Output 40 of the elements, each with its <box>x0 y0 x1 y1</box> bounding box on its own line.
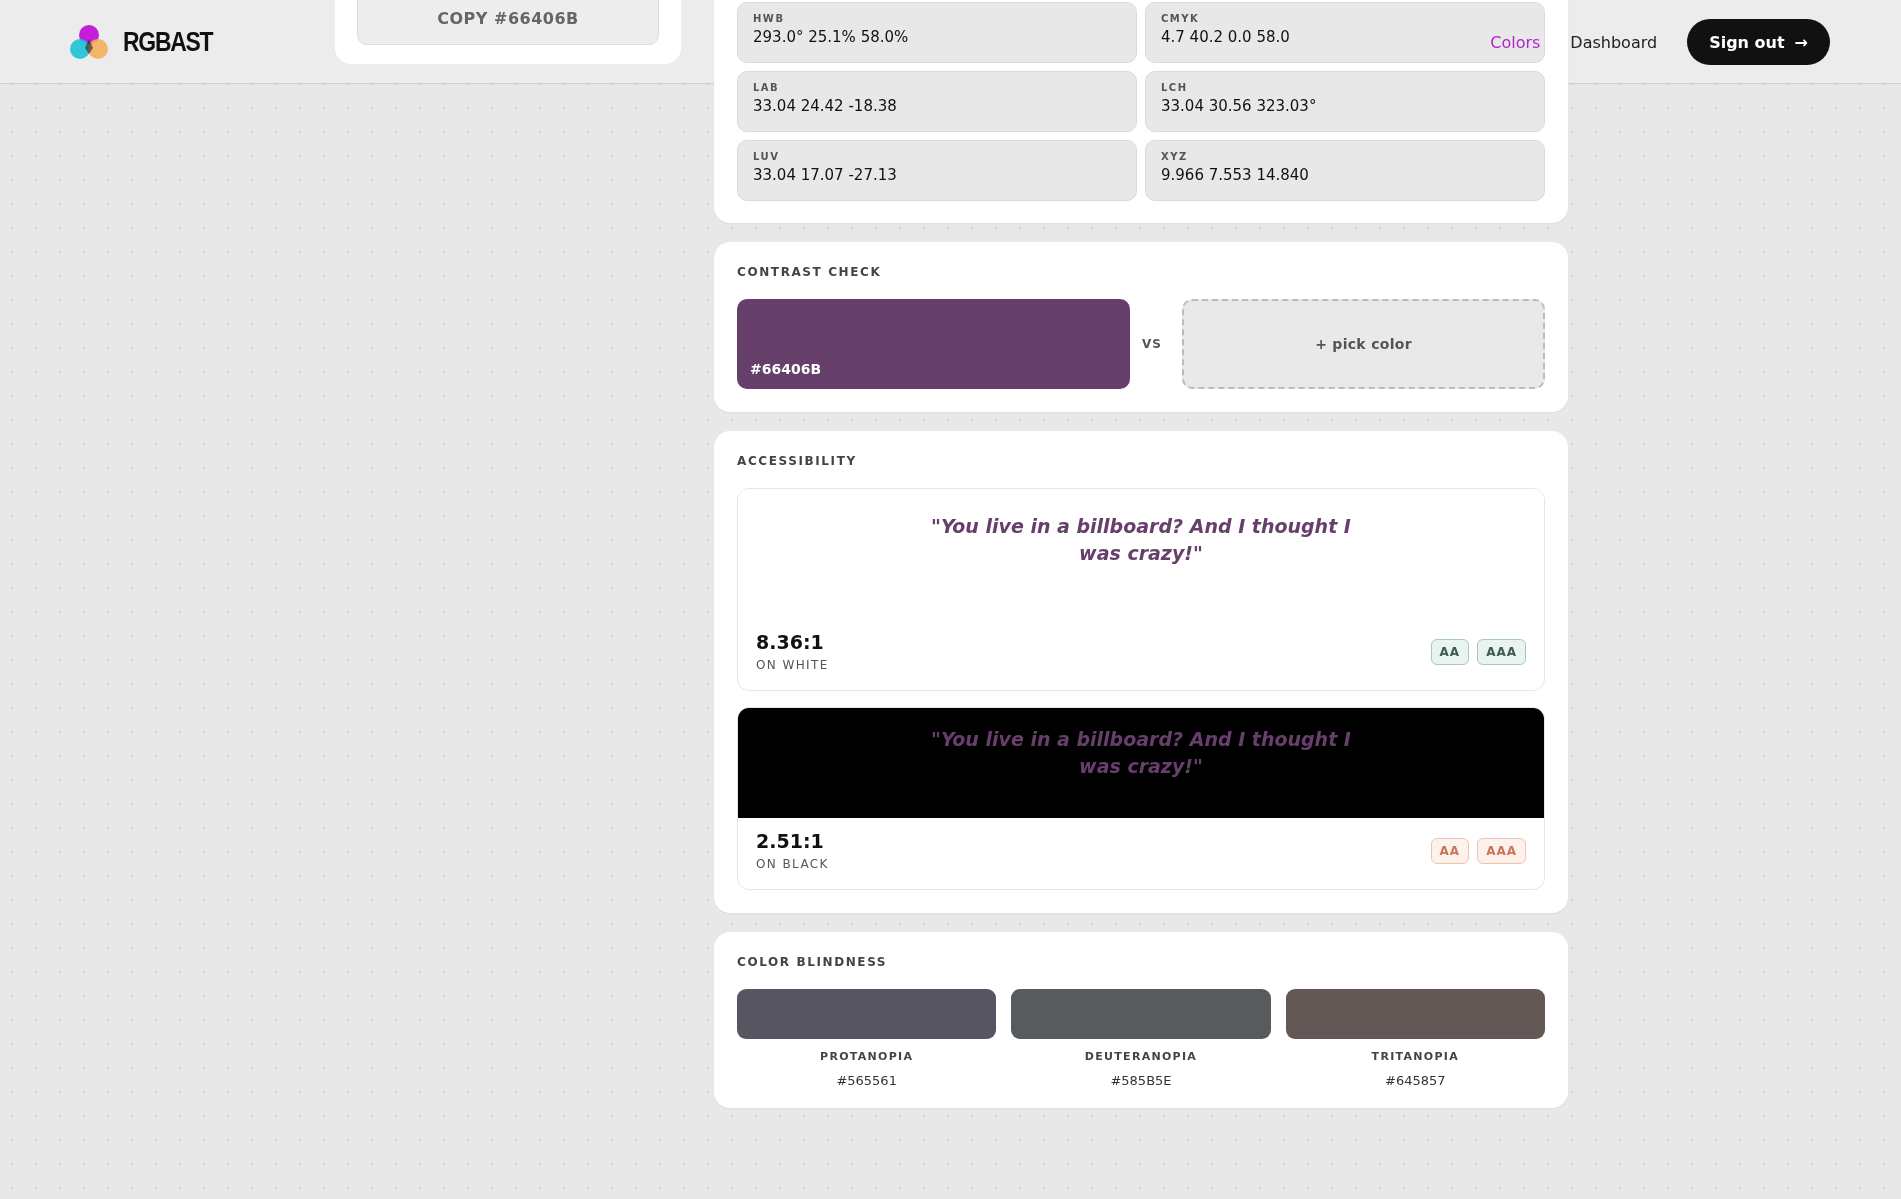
deficiency-name: TRITANOPIA <box>1371 1050 1460 1063</box>
vs-label: VS <box>1142 337 1162 351</box>
ratio-caption: ON BLACK <box>756 857 829 871</box>
format-value: 293.0° 25.1% 58.0% <box>753 28 909 46</box>
section-title: CONTRAST CHECK <box>737 265 883 279</box>
simulated-hex: #585B5E <box>1110 1073 1172 1088</box>
format-value: 4.7 40.2 0.0 58.0 <box>1161 28 1290 46</box>
logo-text: RGBAST <box>123 26 213 58</box>
deficiency-name: DEUTERANOPIA <box>1084 1050 1198 1063</box>
logo-icon <box>69 24 109 60</box>
pick-color-button[interactable]: + pick color <box>1182 299 1545 389</box>
sign-out-button[interactable]: Sign out → <box>1687 19 1830 65</box>
section-title: ACCESSIBILITY <box>737 454 858 468</box>
format-value: 33.04 24.42 -18.38 <box>753 97 897 115</box>
copy-button[interactable]: COPY #66406B <box>357 0 659 45</box>
swatch-hex: #66406B <box>750 361 822 377</box>
ratio-caption: ON WHITE <box>756 658 829 672</box>
format-label: XYZ <box>1161 151 1188 162</box>
deficiency-name: PROTANOPIA <box>820 1050 914 1063</box>
section-title: COLOR BLINDNESS <box>737 955 889 969</box>
simulated-hex: #565561 <box>836 1073 897 1088</box>
sample-quote: "You live in a billboard? And I thought I was crazy!" <box>931 514 1351 566</box>
format-label: HWB <box>753 13 785 24</box>
format-label: LUV <box>753 151 780 162</box>
format-value: 9.966 7.553 14.840 <box>1161 166 1309 184</box>
wcag-badge: AA <box>1430 837 1470 864</box>
simulated-hex: #645857 <box>1385 1073 1446 1088</box>
nav-link[interactable]: Colors <box>1490 32 1541 52</box>
contrast-ratio: 2.51:1 <box>756 830 825 852</box>
wcag-badge: AAA <box>1477 638 1526 665</box>
format-label: LAB <box>753 82 780 93</box>
wcag-badge: AAA <box>1477 837 1526 864</box>
format-label: LCH <box>1161 82 1188 93</box>
contrast-ratio: 8.36:1 <box>756 631 825 653</box>
sample-quote: "You live in a billboard? And I thought I was crazy!" <box>931 727 1351 779</box>
nav-link[interactable]: Dashboard <box>1570 32 1658 52</box>
wcag-badge: AA <box>1430 638 1470 665</box>
format-value: 33.04 30.56 323.03° <box>1161 97 1317 115</box>
format-label: CMYK <box>1161 13 1200 24</box>
format-value: 33.04 17.07 -27.13 <box>753 166 897 184</box>
